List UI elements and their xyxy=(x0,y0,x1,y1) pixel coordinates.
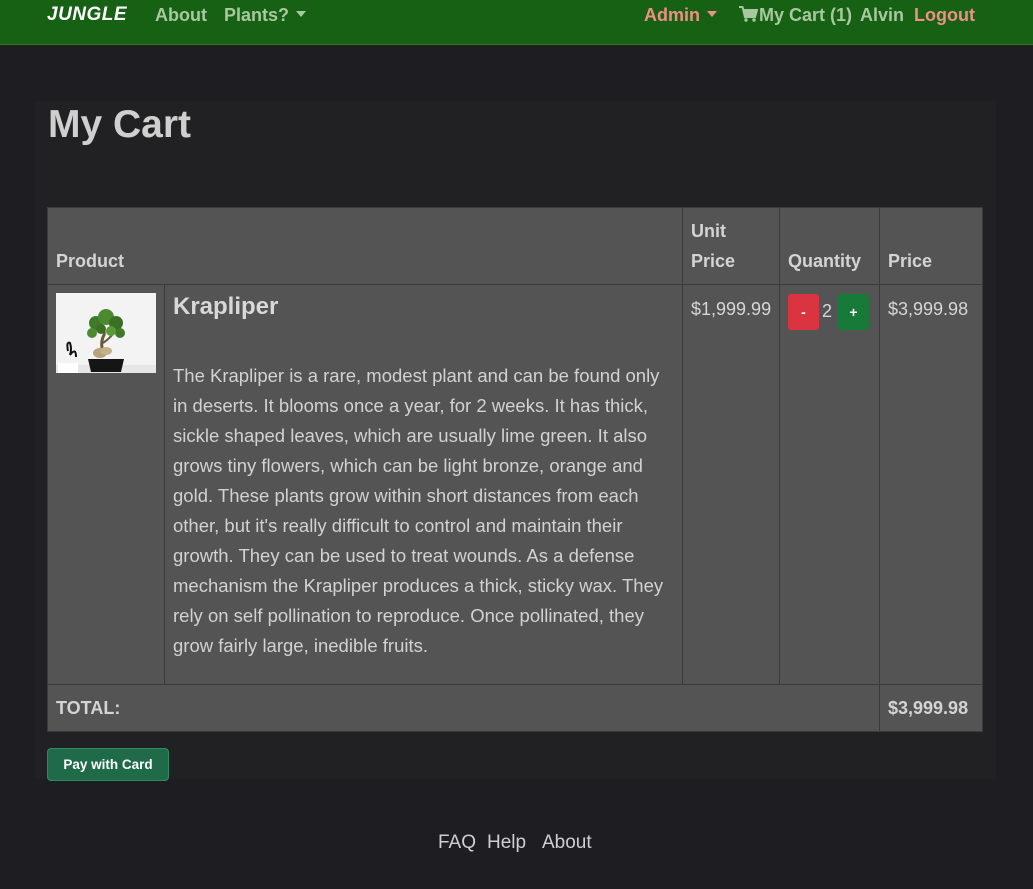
footer-link-about[interactable]: About xyxy=(542,832,592,854)
total-label: TOTAL: xyxy=(56,698,121,718)
table-divider xyxy=(779,207,780,684)
nav-cart-label: My Cart (1) xyxy=(759,5,853,25)
header-unit-price-line2: Price xyxy=(691,251,736,271)
pay-with-card-button[interactable]: Pay with Card xyxy=(47,748,169,781)
quantity-value: 2 xyxy=(822,301,833,321)
header-quantity: Quantity xyxy=(788,251,862,271)
unit-price-value: $1,999.99 xyxy=(691,299,772,319)
header-unit-price-line1: Unit xyxy=(691,221,726,241)
footer-link-faq[interactable]: FAQ xyxy=(438,832,476,854)
product-image xyxy=(56,293,156,373)
product-description: The Krapliper is a rare, modest plant an… xyxy=(173,365,664,656)
nav-username: Alvin xyxy=(860,5,905,25)
increase-quantity-button[interactable]: + xyxy=(838,294,869,330)
product-name[interactable]: Krapliper xyxy=(173,293,278,321)
decrease-quantity-button[interactable]: - xyxy=(788,294,819,330)
table-divider xyxy=(164,284,165,684)
table-divider xyxy=(47,684,983,685)
nav-about-link[interactable]: About xyxy=(155,4,207,26)
brand-logo[interactable]: JUNGLE xyxy=(47,4,127,26)
line-price-value: $3,999.98 xyxy=(888,299,969,319)
shopping-cart-icon xyxy=(739,6,758,22)
table-divider xyxy=(682,207,683,684)
page-title: My Cart xyxy=(48,103,192,146)
table-divider xyxy=(879,207,880,732)
chevron-down-icon xyxy=(707,11,717,18)
table-divider xyxy=(47,284,983,285)
footer-link-help[interactable]: Help xyxy=(487,832,526,854)
header-product: Product xyxy=(56,251,125,271)
nav-admin-label: Admin xyxy=(644,5,700,25)
nav-logout-link[interactable]: Logout xyxy=(914,4,975,26)
nav-plants-label: Plants? xyxy=(224,5,290,25)
bonsai-plant-image xyxy=(56,293,156,373)
nav-plants-dropdown[interactable]: Plants? xyxy=(224,4,307,26)
header-price: Price xyxy=(888,251,933,271)
chevron-down-icon xyxy=(296,11,307,18)
top-navbar: JUNGLE About Plants? Admin My Cart (1) A… xyxy=(0,0,1033,45)
nav-cart-link[interactable]: My Cart (1) xyxy=(739,4,852,26)
nav-admin-dropdown[interactable]: Admin xyxy=(644,4,717,26)
total-value: $3,999.98 xyxy=(888,698,969,718)
